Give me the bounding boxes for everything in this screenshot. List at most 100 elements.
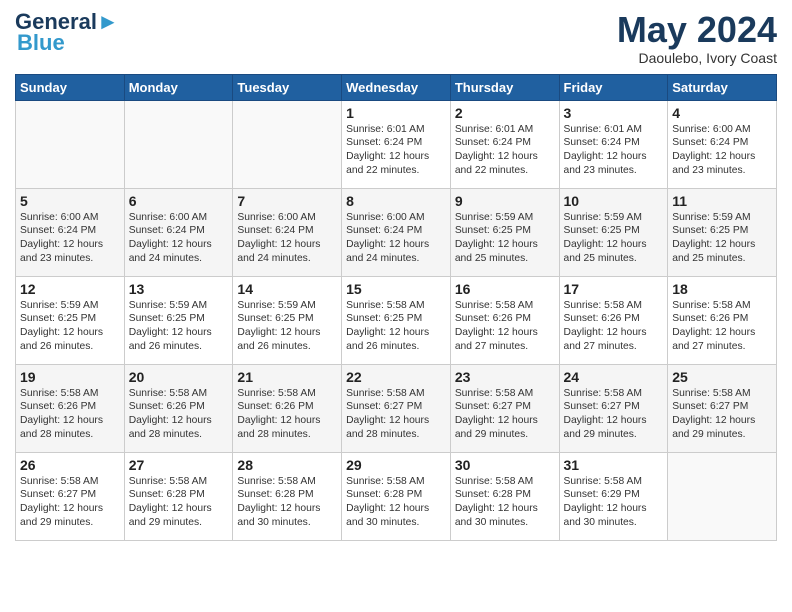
calendar-cell: 12 Sunrise: 5:59 AMSunset: 6:25 PMDayligh… (16, 276, 125, 364)
calendar-cell: 24 Sunrise: 5:58 AMSunset: 6:27 PMDayligh… (559, 364, 668, 452)
title-area: May 2024 Daoulebo, Ivory Coast (617, 10, 777, 66)
day-number: 5 (20, 193, 120, 209)
calendar-week-3: 12 Sunrise: 5:59 AMSunset: 6:25 PMDayligh… (16, 276, 777, 364)
day-info: Sunrise: 5:58 AMSunset: 6:27 PMDaylight:… (20, 475, 120, 531)
day-info: Sunrise: 5:59 AMSunset: 6:25 PMDaylight:… (455, 211, 555, 267)
calendar-cell: 28Sunrise: 5:58 AMSunset: 6:28 PMDayligh… (233, 452, 342, 540)
calendar-week-4: 19 Sunrise: 5:58 AMSunset: 6:26 PMDayligh… (16, 364, 777, 452)
calendar-table: Sunday Monday Tuesday Wednesday Thursday… (15, 74, 777, 541)
col-sunday: Sunday (16, 74, 125, 100)
calendar-cell: 11Sunrise: 5:59 AMSunset: 6:25 PMDayligh… (668, 188, 777, 276)
day-info: Sunrise: 5:58 AMSunset: 6:27 PMDaylight:… (672, 387, 772, 443)
calendar-cell (16, 100, 125, 188)
calendar-cell: 25 Sunrise: 5:58 AMSunset: 6:27 PMDayligh… (668, 364, 777, 452)
day-info: Sunrise: 5:59 AMSunset: 6:25 PMDaylight:… (237, 299, 337, 355)
month-title: May 2024 (617, 10, 777, 50)
calendar-cell: 3Sunrise: 6:01 AMSunset: 6:24 PMDaylight… (559, 100, 668, 188)
calendar-cell: 4Sunrise: 6:00 AMSunset: 6:24 PMDaylight… (668, 100, 777, 188)
day-info: Sunrise: 6:00 AMSunset: 6:24 PMDaylight:… (346, 211, 446, 267)
calendar-cell: 27Sunrise: 5:58 AMSunset: 6:28 PMDayligh… (124, 452, 233, 540)
day-number: 18 (672, 281, 772, 297)
calendar-header: Sunday Monday Tuesday Wednesday Thursday… (16, 74, 777, 100)
day-number: 12 (20, 281, 120, 297)
calendar-cell (668, 452, 777, 540)
calendar-cell: 1 Sunrise: 6:01 AMSunset: 6:24 PMDaylight… (342, 100, 451, 188)
day-info: Sunrise: 5:58 AMSunset: 6:28 PMDaylight:… (129, 475, 229, 531)
day-number: 15 (346, 281, 446, 297)
col-friday: Friday (559, 74, 668, 100)
day-number: 24 (564, 369, 664, 385)
col-thursday: Thursday (450, 74, 559, 100)
day-info: Sunrise: 6:01 AMSunset: 6:24 PMDaylight:… (455, 123, 555, 179)
col-monday: Monday (124, 74, 233, 100)
day-info: Sunrise: 6:00 AMSunset: 6:24 PMDaylight:… (237, 211, 337, 267)
day-info: Sunrise: 5:58 AMSunset: 6:26 PMDaylight:… (564, 299, 664, 355)
day-number: 1 (346, 105, 446, 121)
header-row: Sunday Monday Tuesday Wednesday Thursday… (16, 74, 777, 100)
calendar-cell: 5 Sunrise: 6:00 AMSunset: 6:24 PMDaylight… (16, 188, 125, 276)
col-saturday: Saturday (668, 74, 777, 100)
day-info: Sunrise: 6:00 AMSunset: 6:24 PMDaylight:… (672, 123, 772, 179)
day-number: 28 (237, 457, 337, 473)
calendar-cell: 16 Sunrise: 5:58 AMSunset: 6:26 PMDayligh… (450, 276, 559, 364)
day-number: 19 (20, 369, 120, 385)
location: Daoulebo, Ivory Coast (617, 50, 777, 66)
day-info: Sunrise: 5:58 AMSunset: 6:26 PMDaylight:… (455, 299, 555, 355)
day-number: 8 (346, 193, 446, 209)
day-number: 7 (237, 193, 337, 209)
day-info: Sunrise: 5:58 AMSunset: 6:28 PMDaylight:… (346, 475, 446, 531)
day-number: 26 (20, 457, 120, 473)
day-number: 29 (346, 457, 446, 473)
calendar-cell: 26 Sunrise: 5:58 AMSunset: 6:27 PMDayligh… (16, 452, 125, 540)
day-info: Sunrise: 5:58 AMSunset: 6:29 PMDaylight:… (564, 475, 664, 531)
page-container: General► Blue May 2024 Daoulebo, Ivory C… (0, 0, 792, 551)
calendar-cell: 8 Sunrise: 6:00 AMSunset: 6:24 PMDaylight… (342, 188, 451, 276)
day-number: 14 (237, 281, 337, 297)
day-number: 2 (455, 105, 555, 121)
day-info: Sunrise: 5:58 AMSunset: 6:27 PMDaylight:… (346, 387, 446, 443)
day-info: Sunrise: 5:59 AMSunset: 6:25 PMDaylight:… (564, 211, 664, 267)
day-info: Sunrise: 5:58 AMSunset: 6:25 PMDaylight:… (346, 299, 446, 355)
calendar-week-5: 26 Sunrise: 5:58 AMSunset: 6:27 PMDayligh… (16, 452, 777, 540)
calendar-week-2: 5 Sunrise: 6:00 AMSunset: 6:24 PMDaylight… (16, 188, 777, 276)
day-number: 16 (455, 281, 555, 297)
day-number: 31 (564, 457, 664, 473)
calendar-cell: 20 Sunrise: 5:58 AMSunset: 6:26 PMDayligh… (124, 364, 233, 452)
day-number: 17 (564, 281, 664, 297)
calendar-cell: 22 Sunrise: 5:58 AMSunset: 6:27 PMDayligh… (342, 364, 451, 452)
page-header: General► Blue May 2024 Daoulebo, Ivory C… (15, 10, 777, 66)
day-number: 22 (346, 369, 446, 385)
calendar-cell: 2 Sunrise: 6:01 AMSunset: 6:24 PMDaylight… (450, 100, 559, 188)
day-info: Sunrise: 5:58 AMSunset: 6:27 PMDaylight:… (564, 387, 664, 443)
logo: General► Blue (15, 10, 119, 56)
day-number: 9 (455, 193, 555, 209)
calendar-week-1: 1 Sunrise: 6:01 AMSunset: 6:24 PMDaylight… (16, 100, 777, 188)
day-number: 23 (455, 369, 555, 385)
calendar-cell: 7 Sunrise: 6:00 AMSunset: 6:24 PMDaylight… (233, 188, 342, 276)
day-number: 30 (455, 457, 555, 473)
calendar-cell: 6Sunrise: 6:00 AMSunset: 6:24 PMDaylight… (124, 188, 233, 276)
day-info: Sunrise: 6:01 AMSunset: 6:24 PMDaylight:… (346, 123, 446, 179)
day-info: Sunrise: 5:58 AMSunset: 6:26 PMDaylight:… (20, 387, 120, 443)
day-number: 10 (564, 193, 664, 209)
day-info: Sunrise: 5:58 AMSunset: 6:27 PMDaylight:… (455, 387, 555, 443)
day-info: Sunrise: 5:58 AMSunset: 6:26 PMDaylight:… (129, 387, 229, 443)
day-info: Sunrise: 5:58 AMSunset: 6:28 PMDaylight:… (455, 475, 555, 531)
calendar-cell: 31 Sunrise: 5:58 AMSunset: 6:29 PMDayligh… (559, 452, 668, 540)
day-number: 25 (672, 369, 772, 385)
day-info: Sunrise: 5:59 AMSunset: 6:25 PMDaylight:… (20, 299, 120, 355)
calendar-cell: 15 Sunrise: 5:58 AMSunset: 6:25 PMDayligh… (342, 276, 451, 364)
col-wednesday: Wednesday (342, 74, 451, 100)
day-number: 11 (672, 193, 772, 209)
calendar-cell: 10 Sunrise: 5:59 AMSunset: 6:25 PMDayligh… (559, 188, 668, 276)
day-number: 3 (564, 105, 664, 121)
day-info: Sunrise: 6:00 AMSunset: 6:24 PMDaylight:… (20, 211, 120, 267)
calendar-cell: 19 Sunrise: 5:58 AMSunset: 6:26 PMDayligh… (16, 364, 125, 452)
calendar-cell (124, 100, 233, 188)
calendar-cell: 30 Sunrise: 5:58 AMSunset: 6:28 PMDayligh… (450, 452, 559, 540)
day-info: Sunrise: 5:58 AMSunset: 6:26 PMDaylight:… (237, 387, 337, 443)
day-number: 20 (129, 369, 229, 385)
logo-blue: Blue (17, 30, 65, 56)
calendar-cell: 18Sunrise: 5:58 AMSunset: 6:26 PMDayligh… (668, 276, 777, 364)
calendar-cell: 21Sunrise: 5:58 AMSunset: 6:26 PMDayligh… (233, 364, 342, 452)
